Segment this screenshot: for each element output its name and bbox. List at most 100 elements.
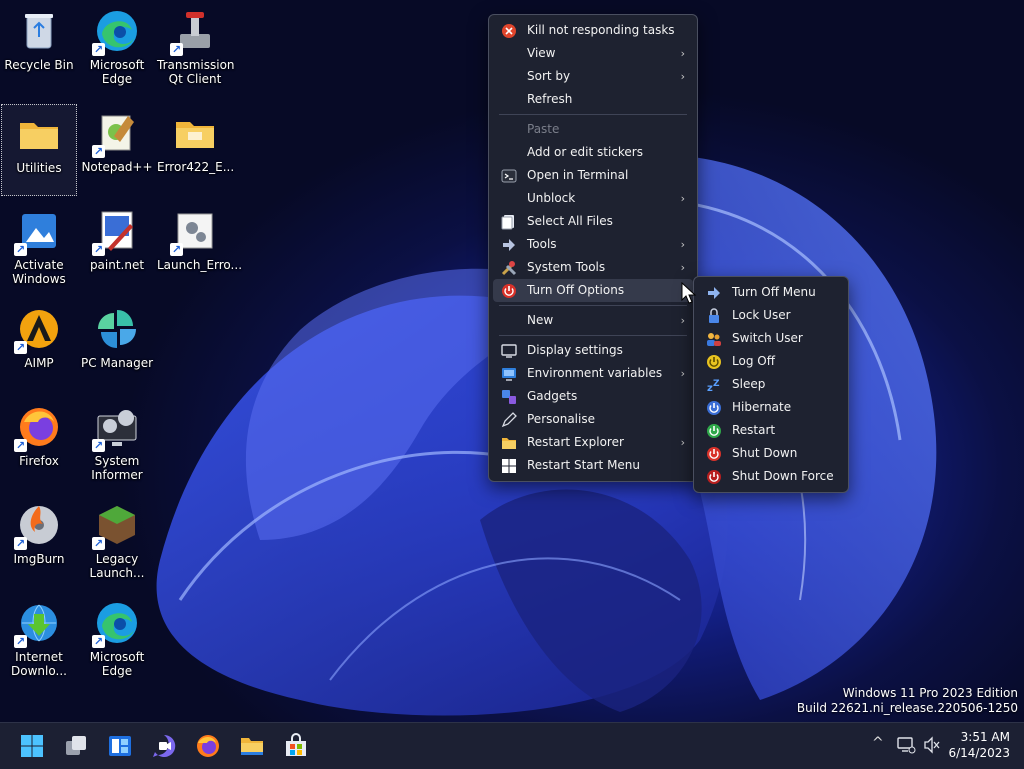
shortcut-arrow-icon: ↗: [170, 243, 183, 256]
arrow-right-icon: [706, 285, 722, 301]
monitor-settings-icon: [501, 366, 517, 382]
folder-icon: [16, 111, 62, 157]
menu-item-personalise[interactable]: Personalise: [493, 408, 693, 431]
menu-item-gadgets[interactable]: Gadgets: [493, 385, 693, 408]
lock-icon: [706, 308, 722, 324]
desktop-icon-aimp[interactable]: ↗ AIMP: [1, 300, 77, 392]
submenu-item-turn-off-menu[interactable]: Turn Off Menu: [698, 281, 844, 304]
system-informer-icon: ↗: [92, 404, 140, 452]
chat-button[interactable]: [148, 731, 180, 761]
clock[interactable]: 3:51 AM 6/14/2023: [948, 729, 1010, 761]
desktop-icon-firefox[interactable]: ↗ Firefox: [1, 398, 77, 490]
menu-item-new[interactable]: New ›: [493, 309, 693, 332]
shut-down-force-icon: [706, 469, 722, 485]
shortcut-arrow-icon: ↗: [92, 537, 105, 550]
windows-logo-icon: [501, 458, 517, 474]
select-files-icon: [501, 214, 517, 230]
desktop-icon-imgburn[interactable]: ↗ ImgBurn: [1, 496, 77, 588]
menu-item-restart-explorer[interactable]: Restart Explorer ›: [493, 431, 693, 454]
desktop-icon-paintnet[interactable]: ↗ paint.net: [79, 202, 155, 294]
desktop-icon-utilities[interactable]: Utilities: [1, 104, 77, 196]
desktop-icon-error422[interactable]: Error422_E...: [157, 104, 234, 196]
teams-chat-icon: [153, 734, 176, 757]
menu-item-restart-start-menu[interactable]: Restart Start Menu: [493, 454, 693, 477]
tray-overflow-chevron[interactable]: ^: [872, 735, 886, 755]
activate-windows-icon: ↗: [14, 208, 62, 256]
chevron-right-icon: ›: [680, 436, 685, 449]
shut-down-icon: [706, 446, 722, 462]
submenu-item-shut-down-force[interactable]: Shut Down Force: [698, 465, 844, 488]
desktop-icon-system-informer[interactable]: ↗ System Informer: [79, 398, 155, 490]
shortcut-arrow-icon: ↗: [14, 341, 27, 354]
submenu-item-shut-down[interactable]: Shut Down: [698, 442, 844, 465]
imgburn-icon: ↗: [14, 502, 62, 550]
volume-button[interactable]: [922, 735, 942, 758]
transmission-icon: ↗: [170, 8, 218, 56]
desktop-icon-pc-manager[interactable]: PC Manager: [79, 300, 155, 392]
start-button[interactable]: [16, 731, 48, 761]
menu-item-tools[interactable]: Tools ›: [493, 233, 693, 256]
taskbar-firefox[interactable]: [192, 731, 224, 761]
submenu-item-lock-user[interactable]: Lock User: [698, 304, 844, 327]
folder-icon: [172, 110, 218, 156]
desktop-icon-internet-download[interactable]: ↗ Internet Downlo...: [1, 594, 77, 686]
display-icon: [501, 343, 517, 359]
firefox-icon: [197, 735, 219, 757]
shortcut-arrow-icon: ↗: [14, 439, 27, 452]
svg-text:Z: Z: [713, 379, 720, 389]
menu-item-turn-off-options[interactable]: Turn Off Options ›: [493, 279, 693, 302]
submenu-item-switch-user[interactable]: Switch User: [698, 327, 844, 350]
paintnet-icon: ↗: [92, 208, 140, 256]
desktop-icon-legacy-launcher[interactable]: ↗ Legacy Launch...: [79, 496, 155, 588]
menu-item-system-tools[interactable]: System Tools ›: [493, 256, 693, 279]
desktop-icon-edge[interactable]: ↗ Microsoft Edge: [79, 2, 155, 94]
shortcut-arrow-icon: ↗: [92, 43, 105, 56]
menu-item-display-settings[interactable]: Display settings: [493, 339, 693, 362]
task-view-button[interactable]: [60, 731, 92, 761]
desktop-icon-edge-2[interactable]: ↗ Microsoft Edge: [79, 594, 155, 686]
submenu-item-log-off[interactable]: Log Off: [698, 350, 844, 373]
globe-download-icon: ↗: [14, 600, 62, 648]
aimp-icon: ↗: [14, 306, 62, 354]
menu-item-unblock[interactable]: Unblock ›: [493, 187, 693, 210]
edition-text: Windows 11 Pro 2023 Edition: [842, 686, 1018, 700]
submenu-item-hibernate[interactable]: Hibernate: [698, 396, 844, 419]
switch-user-icon: [706, 331, 722, 347]
menu-item-environment-variables[interactable]: Environment variables ›: [493, 362, 693, 385]
turn-off-submenu: Turn Off Menu Lock User Switch User Log …: [693, 276, 849, 493]
menu-item-stickers[interactable]: Add or edit stickers: [493, 141, 693, 164]
menu-item-sort-by[interactable]: Sort by ›: [493, 65, 693, 88]
chevron-right-icon: ›: [680, 47, 685, 60]
desktop-icon-recycle-bin[interactable]: Recycle Bin: [1, 2, 77, 94]
menu-item-open-terminal[interactable]: Open in Terminal: [493, 164, 693, 187]
hibernate-icon: [706, 400, 722, 416]
sleep-icon: zZ: [706, 377, 722, 394]
shortcut-arrow-icon: ↗: [92, 145, 105, 158]
pen-icon: [501, 412, 517, 428]
desktop-icon-notepadpp[interactable]: ↗ Notepad++: [79, 104, 155, 196]
desktop-context-menu: Kill not responding tasks View › Sort by…: [488, 14, 698, 482]
store-icon: [286, 733, 306, 756]
taskbar-file-explorer[interactable]: [236, 731, 268, 761]
network-status-button[interactable]: [896, 735, 916, 758]
submenu-item-sleep[interactable]: zZ Sleep: [698, 373, 844, 396]
menu-separator: [499, 335, 687, 336]
recycle-bin-icon: [16, 8, 62, 54]
widgets-button[interactable]: [104, 731, 136, 761]
menu-item-refresh[interactable]: Refresh: [493, 88, 693, 111]
chevron-right-icon: ›: [680, 314, 685, 327]
minecraft-block-icon: ↗: [92, 502, 140, 550]
menu-item-view[interactable]: View ›: [493, 42, 693, 65]
desktop-icon-launch-error[interactable]: ↗ Launch_Erro...: [157, 202, 242, 294]
explorer-folder-icon: [501, 435, 517, 451]
task-view-icon: [66, 736, 86, 755]
desktop-icon-activate-windows[interactable]: ↗ Activate Windows: [1, 202, 77, 294]
submenu-item-restart[interactable]: Restart: [698, 419, 844, 442]
taskbar-store[interactable]: [280, 731, 312, 761]
menu-item-kill-tasks[interactable]: Kill not responding tasks: [493, 19, 693, 42]
power-icon: [501, 283, 517, 299]
desktop-icon-transmission[interactable]: ↗ Transmission Qt Client: [157, 2, 235, 94]
menu-item-select-all-files[interactable]: Select All Files: [493, 210, 693, 233]
windows-watermark: Windows 11 Pro 2023 Edition Build 22621.…: [797, 686, 1018, 716]
chevron-right-icon: ›: [680, 367, 685, 380]
